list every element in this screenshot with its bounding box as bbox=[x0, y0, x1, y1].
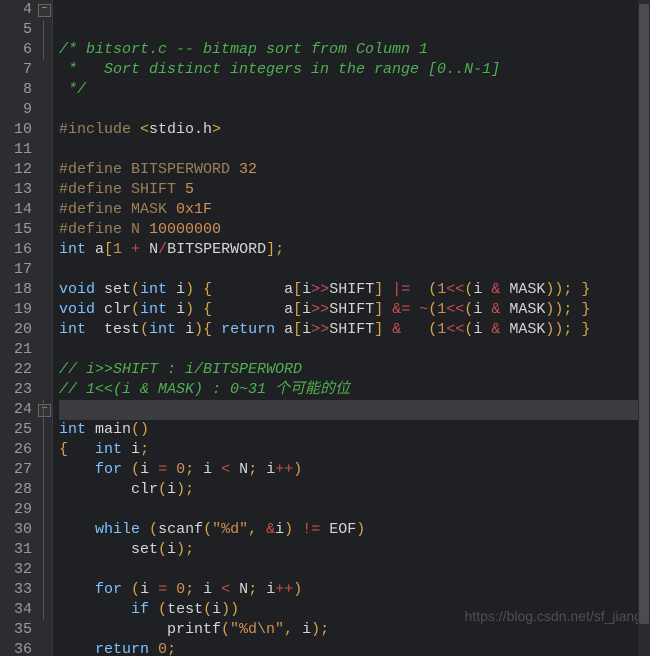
line-number: 32 bbox=[0, 560, 32, 580]
vertical-scrollbar[interactable] bbox=[638, 0, 650, 656]
line-number: 31 bbox=[0, 540, 32, 560]
code-line[interactable] bbox=[59, 340, 650, 360]
code-line[interactable]: while (scanf("%d", &i) != EOF) bbox=[59, 520, 650, 540]
code-line[interactable]: set(i); bbox=[59, 540, 650, 560]
code-line[interactable]: // 1<<(i & MASK) : 0~31 个可能的位 bbox=[59, 380, 650, 400]
line-number: 17 bbox=[0, 260, 32, 280]
line-number: 28 bbox=[0, 480, 32, 500]
line-number: 6 bbox=[0, 40, 32, 60]
line-number: 29 bbox=[0, 500, 32, 520]
line-number: 23 bbox=[0, 380, 32, 400]
line-number: 27 bbox=[0, 460, 32, 480]
code-line[interactable]: for (i = 0; i < N; i++) bbox=[59, 460, 650, 480]
fold-toggle-icon[interactable]: − bbox=[38, 4, 51, 17]
code-line[interactable]: void set(int i) { a[i>>SHIFT] |= (1<<(i … bbox=[59, 280, 650, 300]
code-editor: 4567891011121314151617181920212223242526… bbox=[0, 0, 650, 656]
line-number: 36 bbox=[0, 640, 32, 656]
code-line[interactable]: */ bbox=[59, 80, 650, 100]
code-line[interactable]: #include <stdio.h> bbox=[59, 120, 650, 140]
code-line[interactable] bbox=[59, 140, 650, 160]
line-number: 35 bbox=[0, 620, 32, 640]
line-number: 14 bbox=[0, 200, 32, 220]
line-number: 5 bbox=[0, 20, 32, 40]
code-line[interactable]: #define MASK 0x1F bbox=[59, 200, 650, 220]
line-number: 34 bbox=[0, 600, 32, 620]
line-number: 25 bbox=[0, 420, 32, 440]
line-number: 20 bbox=[0, 320, 32, 340]
code-line[interactable] bbox=[59, 560, 650, 580]
code-line[interactable]: return 0; bbox=[59, 640, 650, 656]
line-number: 7 bbox=[0, 60, 32, 80]
code-line[interactable]: // i>>SHIFT : i/BITSPERWORD bbox=[59, 360, 650, 380]
line-number: 30 bbox=[0, 520, 32, 540]
code-line[interactable] bbox=[59, 260, 650, 280]
line-number: 13 bbox=[0, 180, 32, 200]
line-number: 21 bbox=[0, 340, 32, 360]
line-number: 26 bbox=[0, 440, 32, 460]
line-number: 24 bbox=[0, 400, 32, 420]
line-number: 4 bbox=[0, 0, 32, 20]
line-number: 15 bbox=[0, 220, 32, 240]
fold-guide bbox=[43, 20, 44, 60]
fold-toggle-icon[interactable]: − bbox=[38, 404, 51, 417]
line-number: 18 bbox=[0, 280, 32, 300]
scrollbar-thumb[interactable] bbox=[639, 4, 649, 624]
code-line[interactable] bbox=[59, 400, 650, 420]
code-line[interactable]: { int i; bbox=[59, 440, 650, 460]
line-number: 19 bbox=[0, 300, 32, 320]
code-line[interactable] bbox=[59, 100, 650, 120]
line-number: 33 bbox=[0, 580, 32, 600]
line-number: 11 bbox=[0, 140, 32, 160]
code-line[interactable]: #define BITSPERWORD 32 bbox=[59, 160, 650, 180]
code-line[interactable]: /* bitsort.c -- bitmap sort from Column … bbox=[59, 40, 650, 60]
line-number-gutter: 4567891011121314151617181920212223242526… bbox=[0, 0, 36, 656]
line-number: 12 bbox=[0, 160, 32, 180]
code-line[interactable]: for (i = 0; i < N; i++) bbox=[59, 580, 650, 600]
code-line[interactable]: int test(int i){ return a[i>>SHIFT] & (1… bbox=[59, 320, 650, 340]
line-number: 10 bbox=[0, 120, 32, 140]
code-line[interactable]: void clr(int i) { a[i>>SHIFT] &= ~(1<<(i… bbox=[59, 300, 650, 320]
line-number: 16 bbox=[0, 240, 32, 260]
code-line[interactable]: if (test(i)) bbox=[59, 600, 650, 620]
code-line[interactable]: int main() bbox=[59, 420, 650, 440]
fold-column[interactable]: −− bbox=[36, 0, 53, 656]
code-line[interactable]: #define SHIFT 5 bbox=[59, 180, 650, 200]
code-line[interactable]: * Sort distinct integers in the range [0… bbox=[59, 60, 650, 80]
code-line[interactable]: clr(i); bbox=[59, 480, 650, 500]
line-number: 8 bbox=[0, 80, 32, 100]
line-number: 22 bbox=[0, 360, 32, 380]
code-line[interactable]: #define N 10000000 bbox=[59, 220, 650, 240]
code-line[interactable] bbox=[59, 500, 650, 520]
code-line[interactable]: printf("%d\n", i); bbox=[59, 620, 650, 640]
line-number: 9 bbox=[0, 100, 32, 120]
code-line[interactable]: int a[1 + N/BITSPERWORD]; bbox=[59, 240, 650, 260]
code-area[interactable]: /* bitsort.c -- bitmap sort from Column … bbox=[53, 0, 650, 656]
fold-guide bbox=[43, 400, 44, 620]
